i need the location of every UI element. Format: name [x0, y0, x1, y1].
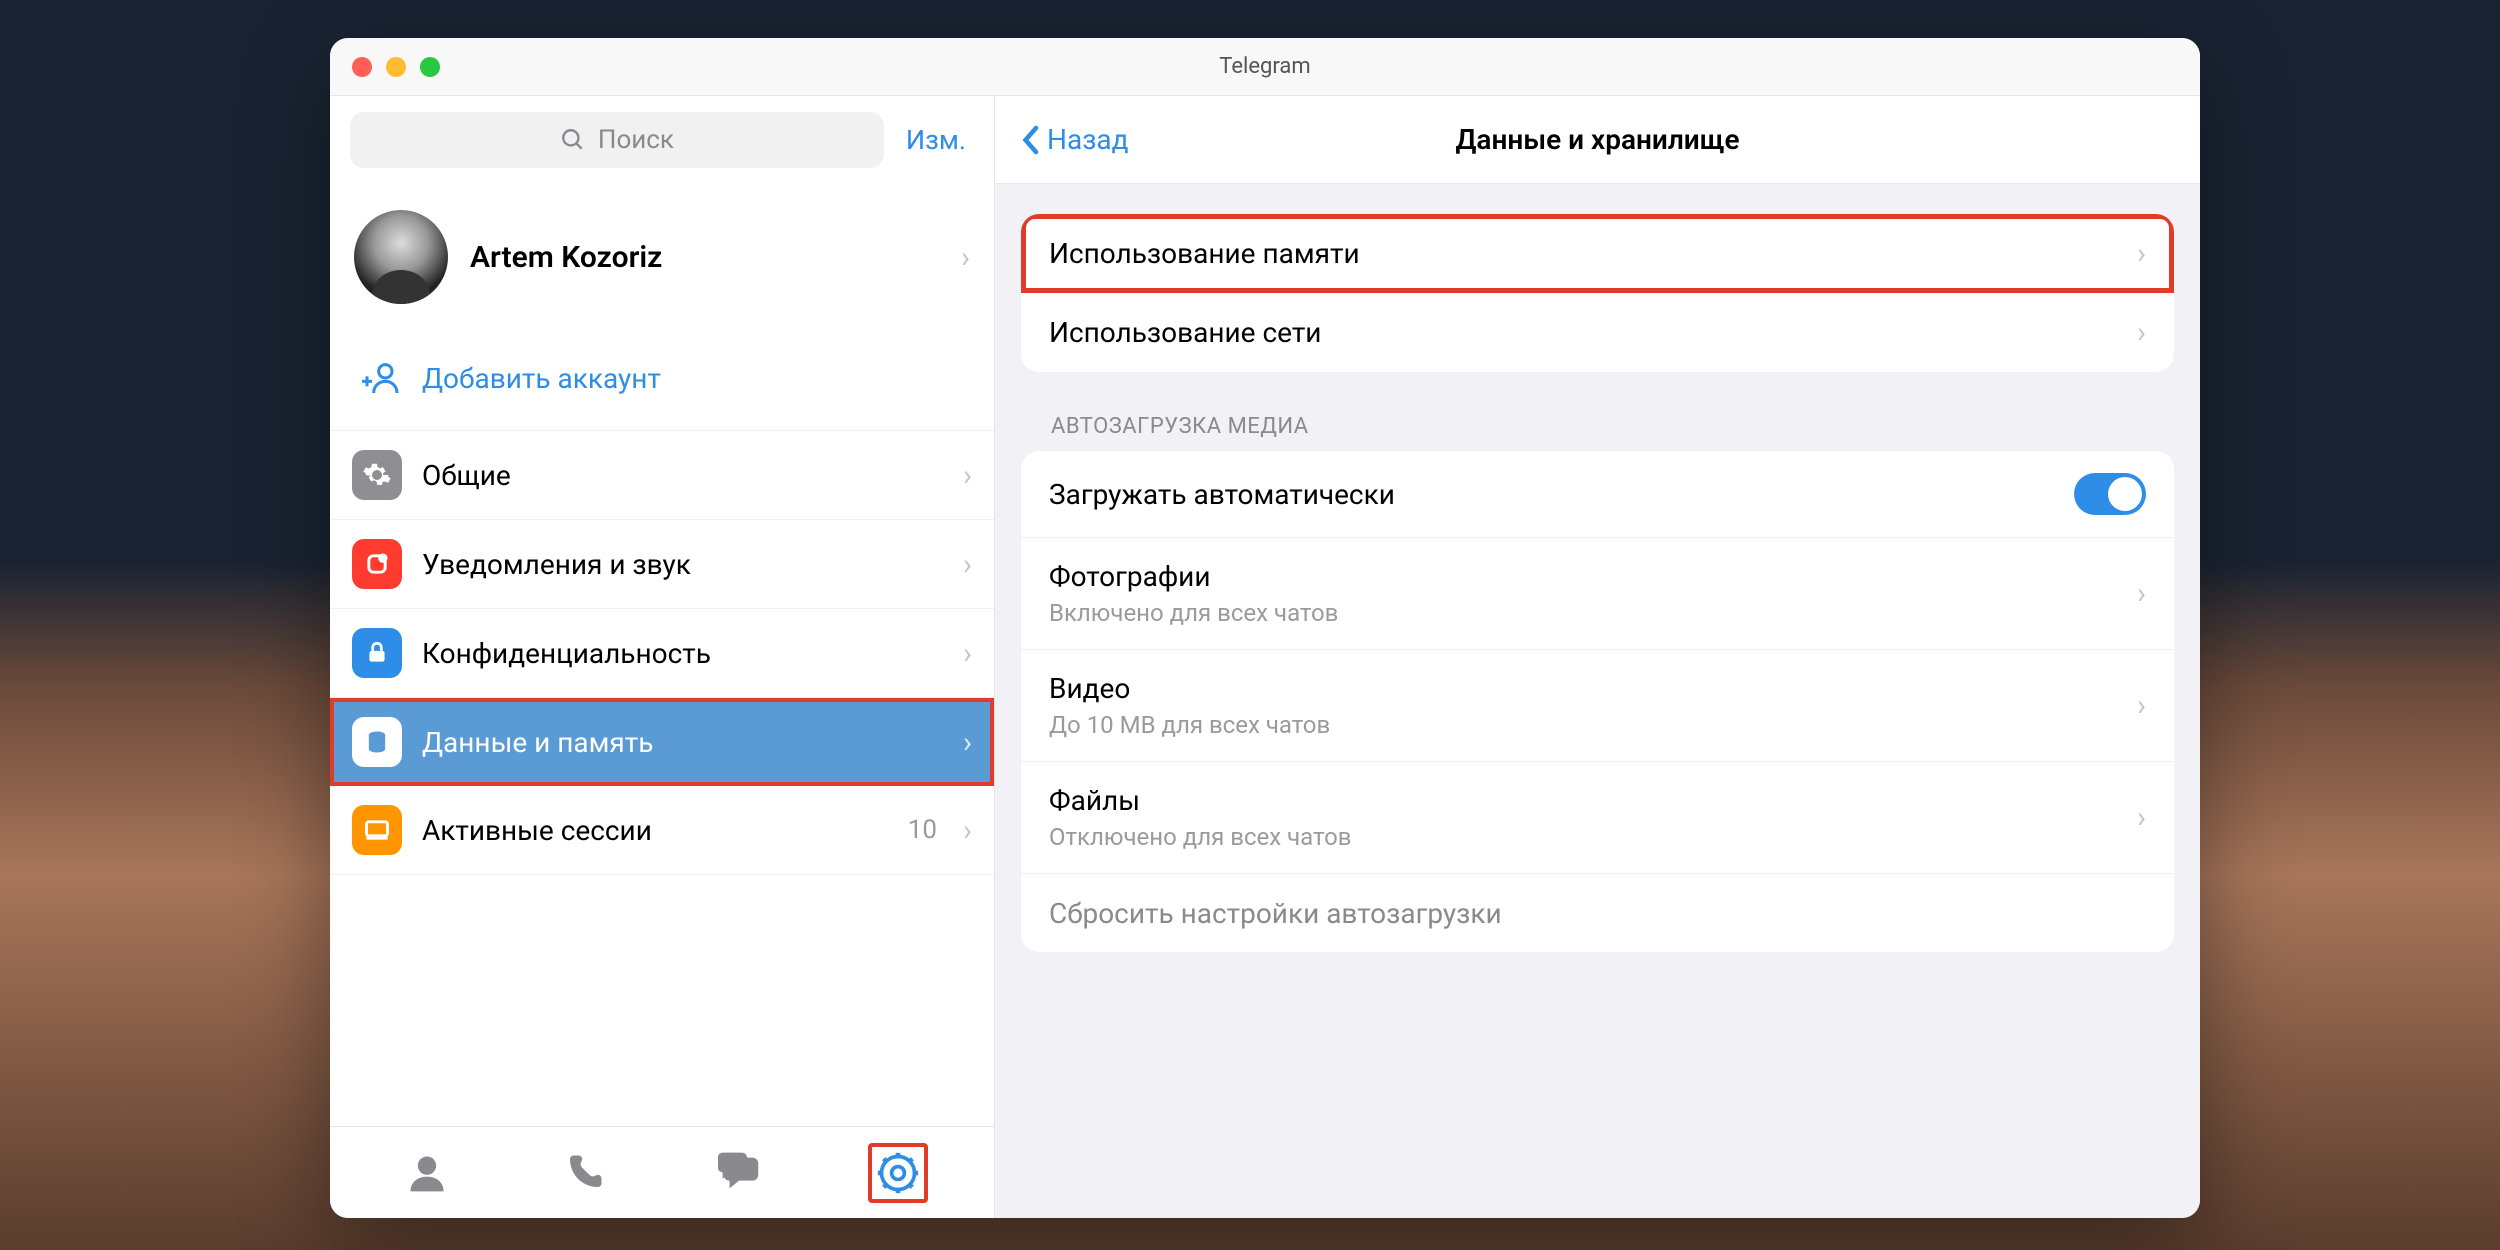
main-panel: Назад Данные и хранилище Использование п…	[995, 96, 2200, 1218]
sidebar-item-sessions[interactable]: Активные сессии 10 ›	[330, 786, 994, 875]
row-subtitle: Отключено для всех чатов	[1049, 823, 2137, 851]
avatar	[354, 210, 448, 304]
app-window: Telegram Поиск Изм. Artem Kozoriz › Доба…	[330, 38, 2200, 1218]
autodownload-group: Загружать автоматически Фотографии Включ…	[1021, 451, 2174, 952]
chevron-right-icon: ›	[963, 547, 972, 582]
chevron-right-icon: ›	[2137, 315, 2146, 350]
titlebar: Telegram	[330, 38, 2200, 96]
chevron-right-icon: ›	[961, 240, 970, 275]
profile-name: Artem Kozoriz	[470, 240, 939, 275]
row-files[interactable]: Файлы Отключено для всех чатов ›	[1021, 762, 2174, 874]
chevron-right-icon: ›	[2137, 688, 2146, 723]
display-icon	[352, 805, 402, 855]
row-reset-autodownload[interactable]: Сбросить настройки автозагрузки	[1021, 874, 2174, 952]
sidebar-item-label: Данные и память	[422, 726, 943, 759]
search-icon	[560, 127, 586, 153]
row-label: Использование памяти	[1049, 237, 2137, 270]
chevron-right-icon: ›	[2137, 800, 2146, 835]
sidebar-item-general[interactable]: Общие ›	[330, 431, 994, 520]
sidebar-item-data-storage[interactable]: Данные и память ›	[330, 698, 994, 786]
sidebar-item-privacy[interactable]: Конфиденциальность ›	[330, 609, 994, 698]
chevron-right-icon: ›	[963, 636, 972, 671]
sidebar-item-label: Конфиденциальность	[422, 637, 943, 670]
row-subtitle: Включено для всех чатов	[1049, 599, 2137, 627]
chevron-right-icon: ›	[963, 458, 972, 493]
row-label: Загружать автоматически	[1049, 478, 2074, 511]
bell-icon	[352, 539, 402, 589]
row-label: Фотографии	[1049, 560, 2137, 593]
edit-button[interactable]: Изм.	[898, 124, 974, 156]
row-subtitle: До 10 MB для всех чатов	[1049, 711, 2137, 739]
content: Поиск Изм. Artem Kozoriz › Добавить акка…	[330, 96, 2200, 1218]
row-photos[interactable]: Фотографии Включено для всех чатов ›	[1021, 538, 2174, 650]
row-videos[interactable]: Видео До 10 MB для всех чатов ›	[1021, 650, 2174, 762]
page-title: Данные и хранилище	[995, 123, 2200, 156]
chevron-right-icon: ›	[963, 725, 972, 760]
chevron-right-icon: ›	[2137, 236, 2146, 271]
tab-settings[interactable]	[868, 1143, 928, 1203]
sidebar-item-label: Общие	[422, 459, 943, 492]
search-input[interactable]: Поиск	[350, 112, 884, 168]
row-label: Видео	[1049, 672, 2137, 705]
add-user-icon	[362, 358, 402, 398]
usage-group: Использование памяти › Использование сет…	[1021, 214, 2174, 372]
row-label: Сбросить настройки автозагрузки	[1049, 897, 2146, 930]
chevron-right-icon: ›	[963, 813, 972, 848]
sidebar-item-notifications[interactable]: Уведомления и звук ›	[330, 520, 994, 609]
row-storage-usage[interactable]: Использование памяти ›	[1021, 214, 2174, 293]
add-account-label: Добавить аккаунт	[422, 362, 661, 395]
window-title: Telegram	[330, 54, 2200, 79]
sidebar-item-label: Уведомления и звук	[422, 548, 943, 581]
sessions-count-badge: 10	[908, 815, 937, 845]
row-network-usage[interactable]: Использование сети ›	[1021, 293, 2174, 372]
chevron-right-icon: ›	[2137, 576, 2146, 611]
gear-icon	[352, 450, 402, 500]
lock-icon	[352, 628, 402, 678]
row-label: Использование сети	[1049, 316, 2137, 349]
row-label: Файлы	[1049, 784, 2137, 817]
settings-list: Общие › Уведомления и звук › Конфиденциа…	[330, 430, 994, 875]
profile-row[interactable]: Artem Kozoriz ›	[330, 184, 994, 330]
add-account-button[interactable]: Добавить аккаунт	[330, 330, 994, 430]
tab-contacts[interactable]	[397, 1143, 457, 1203]
section-header-autodownload: АВТОЗАГРУЗКА МЕДИА	[1021, 414, 2174, 451]
search-row: Поиск Изм.	[330, 96, 994, 184]
tabbar	[330, 1126, 994, 1218]
row-autodownload-toggle[interactable]: Загружать автоматически	[1021, 451, 2174, 538]
main-header: Назад Данные и хранилище	[995, 96, 2200, 184]
sidebar: Поиск Изм. Artem Kozoriz › Добавить акка…	[330, 96, 995, 1218]
sidebar-item-label: Активные сессии	[422, 814, 888, 847]
search-placeholder: Поиск	[598, 125, 674, 155]
toggle-switch[interactable]	[2074, 473, 2146, 515]
tab-calls[interactable]	[554, 1143, 614, 1203]
database-icon	[352, 717, 402, 767]
main-body: Использование памяти › Использование сет…	[995, 184, 2200, 982]
tab-chats[interactable]	[711, 1143, 771, 1203]
